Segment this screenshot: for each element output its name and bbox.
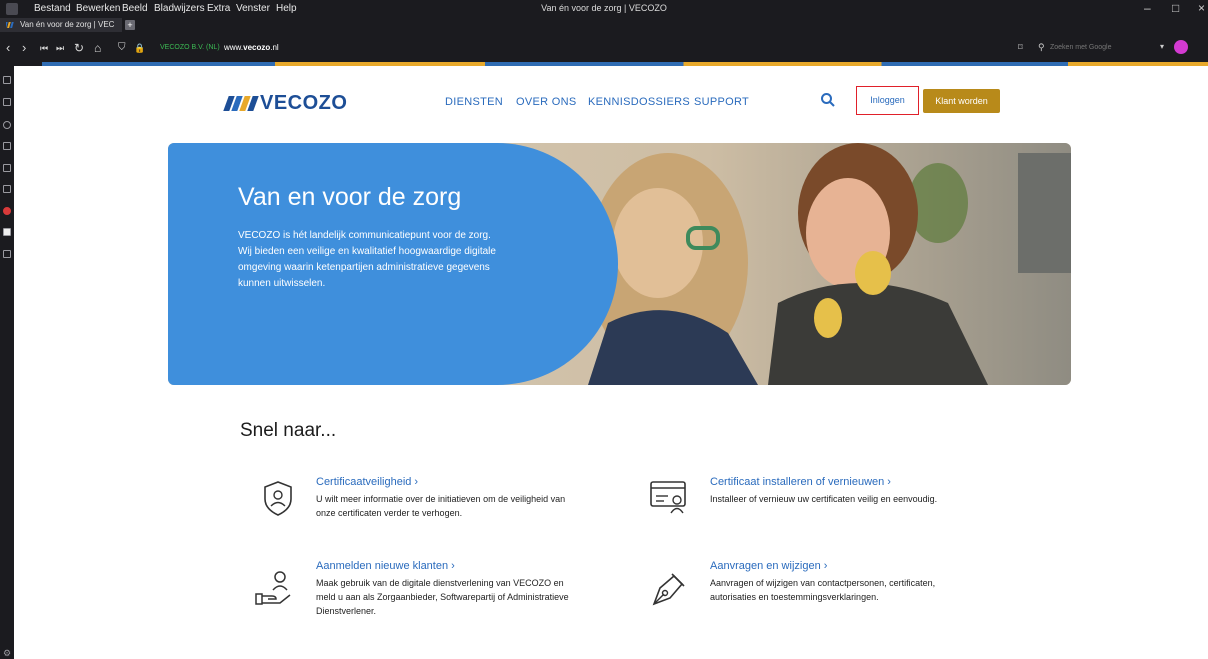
maximize-button[interactable]: □ bbox=[1172, 1, 1179, 15]
card-title-certificaat-installeren[interactable]: Certificaat installeren of vernieuwen › bbox=[710, 476, 891, 488]
fastforward-icon[interactable]: ⏭ bbox=[56, 43, 64, 54]
home-icon[interactable]: ⌂ bbox=[94, 41, 101, 55]
new-tab-button[interactable]: + bbox=[125, 20, 135, 30]
reading-panel-icon[interactable] bbox=[3, 185, 11, 193]
logo-bars-icon bbox=[223, 95, 259, 111]
signup-button[interactable]: Klant worden bbox=[923, 89, 1000, 113]
tab-bar: Van én voor de zorg | VEC + bbox=[0, 18, 1208, 32]
address-bar-accent-stripe bbox=[42, 62, 1208, 66]
url-field[interactable]: www.vecozo.nl bbox=[224, 43, 279, 52]
login-button[interactable]: Inloggen bbox=[856, 86, 919, 115]
card-text-aanvragen: Aanvragen of wijzigen van contactpersone… bbox=[710, 578, 936, 602]
shield-privacy-icon[interactable]: ⛉ bbox=[118, 42, 126, 53]
close-window-button[interactable]: × bbox=[1198, 1, 1205, 15]
address-bar: ‹ › ⏮ ⏭ ↻ ⌂ ⛉ 🔒 VECOZO B.V. (NL) www.vec… bbox=[0, 32, 1208, 66]
logo-text: VECOZO bbox=[260, 91, 348, 114]
nav-over-ons[interactable]: OVER ONS bbox=[516, 96, 576, 108]
card-text-aanmelden: Maak gebruik van de digitale dienstverle… bbox=[316, 578, 569, 616]
tab-title: Van én voor de zorg | VEC bbox=[20, 20, 115, 29]
card-title-aanvragen[interactable]: Aanvragen en wijzigen › bbox=[710, 560, 827, 572]
history-panel-icon[interactable] bbox=[3, 121, 11, 129]
card-text-certificaatveiligheid: U wilt meer informatie over de initiatie… bbox=[316, 494, 566, 518]
gear-icon[interactable]: ⚙ bbox=[3, 648, 11, 659]
search-icon[interactable] bbox=[820, 92, 836, 108]
downloads-panel-icon[interactable] bbox=[3, 98, 11, 106]
vecozo-favicon-icon bbox=[6, 22, 14, 28]
minimize-button[interactable]: – bbox=[1144, 1, 1151, 15]
back-icon[interactable]: ‹ bbox=[6, 40, 10, 55]
bookmark-icon[interactable]: ⌑ bbox=[1018, 42, 1023, 53]
add-panel-icon[interactable] bbox=[3, 250, 11, 258]
notes-panel-icon[interactable] bbox=[3, 142, 11, 150]
window-panel-icon[interactable] bbox=[3, 164, 11, 172]
card-title-certificaatveiligheid[interactable]: Certificaatveiligheid › bbox=[316, 476, 418, 488]
window-title: Van én voor de zorg | VECOZO bbox=[541, 3, 667, 13]
nav-kennisdossiers[interactable]: KENNISDOSSIERS bbox=[588, 96, 690, 108]
nav-diensten[interactable]: DIENSTEN bbox=[445, 96, 503, 108]
reload-icon[interactable]: ↻ bbox=[74, 41, 84, 55]
pen-nib-icon bbox=[652, 573, 685, 606]
chevron-down-icon[interactable]: ▾ bbox=[1160, 42, 1164, 51]
hand-person-icon bbox=[255, 571, 291, 605]
search-input[interactable]: Zoeken met Google bbox=[1034, 41, 1162, 55]
section-title: Snel naar... bbox=[240, 420, 337, 441]
hero-banner: Van en voor de zorg VECOZO is hét landel… bbox=[168, 143, 1071, 385]
lock-icon: 🔒 bbox=[134, 43, 146, 53]
vecozo-logo[interactable]: VECOZO bbox=[223, 91, 348, 114]
side-panel: ⚙ bbox=[0, 66, 14, 659]
rewind-icon[interactable]: ⏮ bbox=[40, 43, 48, 54]
certificate-card-icon bbox=[650, 481, 686, 514]
nav-support[interactable]: SUPPORT bbox=[694, 96, 749, 108]
card-text-certificaat-installeren: Installeer of vernieuw uw certificaten v… bbox=[710, 494, 938, 504]
wikipedia-panel-icon[interactable] bbox=[3, 228, 11, 236]
vivaldi-icon[interactable] bbox=[3, 207, 11, 215]
avatar[interactable] bbox=[1174, 40, 1188, 54]
menu-bar: Bestand Bewerken Beeld Bladwijzers Extra… bbox=[0, 0, 1208, 18]
bookmarks-panel-icon[interactable] bbox=[3, 76, 11, 84]
shield-icon bbox=[264, 481, 292, 516]
site-identity: VECOZO B.V. (NL) bbox=[160, 44, 220, 51]
tab-vecozo[interactable]: Van én voor de zorg | VEC bbox=[0, 18, 122, 32]
card-title-aanmelden[interactable]: Aanmelden nieuwe klanten › bbox=[316, 560, 455, 572]
hero-title: Van en voor de zorg bbox=[238, 183, 462, 211]
hero-text: VECOZO is hét landelijk communicatiepunt… bbox=[238, 230, 496, 289]
forward-icon[interactable]: › bbox=[22, 40, 26, 55]
